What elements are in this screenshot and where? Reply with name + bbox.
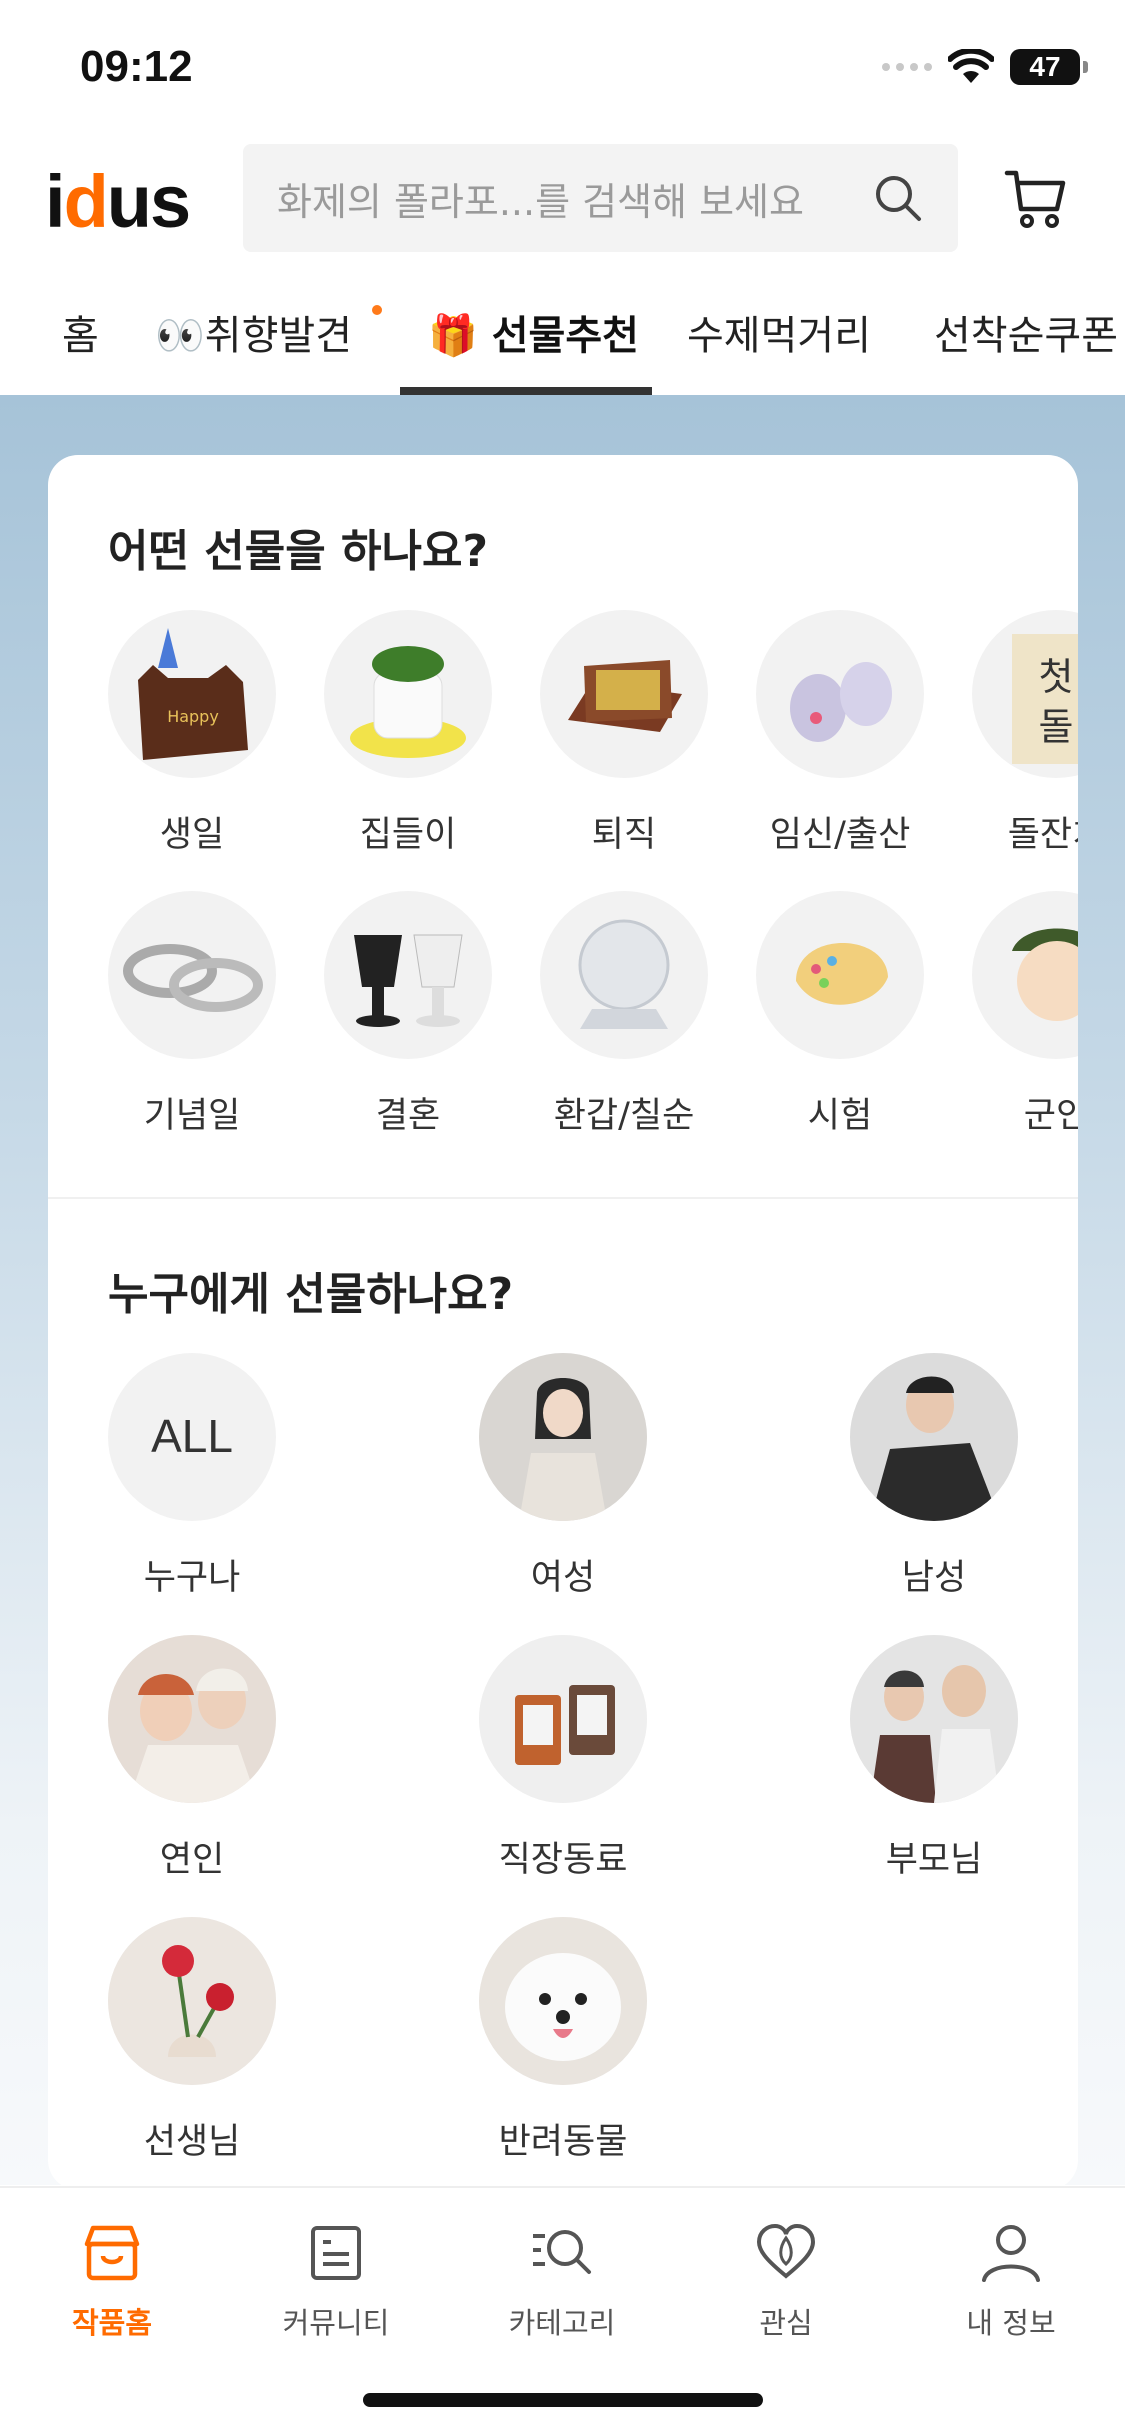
all-circle: ALL bbox=[108, 1353, 276, 1521]
battery-icon: 47 bbox=[1010, 49, 1088, 85]
recipient-item[interactable]: 선생님 bbox=[107, 1917, 277, 2164]
recipient-item[interactable]: 남성 bbox=[849, 1353, 1019, 1600]
cart-icon[interactable] bbox=[1003, 165, 1069, 231]
card-holder-photo bbox=[479, 1635, 647, 1803]
banner-image: 첫 돌 bbox=[972, 610, 1078, 778]
occasion-item[interactable]: Happy 생일 bbox=[107, 610, 277, 857]
nav-community[interactable]: 커뮤니티 bbox=[236, 2218, 436, 2342]
occasion-item[interactable]: 결혼 bbox=[323, 891, 493, 1138]
search-placeholder: 화제의 폴라포...를 검색해 보세요 bbox=[277, 179, 804, 224]
rings-image bbox=[108, 891, 276, 1059]
gift-card: 어떤 선물을 하나요? Happy 생일 집들이 퇴직 임신/출산 첫 돌 돌잔… bbox=[48, 455, 1078, 2190]
status-time: 09:12 bbox=[80, 42, 193, 91]
couple-photo bbox=[108, 1635, 276, 1803]
recipient-item[interactable]: 여성 bbox=[478, 1353, 648, 1600]
store-icon bbox=[84, 2225, 140, 2281]
soldier-image bbox=[972, 891, 1078, 1059]
occasion-item[interactable]: 시험 bbox=[755, 891, 925, 1138]
section-divider bbox=[48, 1197, 1078, 1199]
fortune-cookie-image bbox=[756, 891, 924, 1059]
nav-my-info[interactable]: 내 정보 bbox=[911, 2218, 1111, 2342]
search-input[interactable]: 화제의 폴라포...를 검색해 보세요 bbox=[243, 144, 958, 252]
cups-image bbox=[324, 891, 492, 1059]
status-indicators: 47 bbox=[882, 45, 1088, 89]
top-tabs: 홈 👀취향발견 🎁 선물추천 수제먹거리 선착순쿠폰 bbox=[0, 275, 1125, 395]
tab-homemade-food[interactable]: 수제먹거리 bbox=[687, 303, 871, 361]
home-indicator bbox=[363, 2393, 763, 2407]
user-icon bbox=[982, 2225, 1040, 2282]
category-icon bbox=[533, 2230, 591, 2274]
crystal-image bbox=[540, 891, 708, 1059]
tab-discover[interactable]: 👀취향발견 bbox=[155, 303, 352, 361]
signal-icon bbox=[882, 63, 932, 71]
woman-photo bbox=[479, 1353, 647, 1521]
tab-coupon[interactable]: 선착순쿠폰 bbox=[934, 303, 1118, 361]
wifi-icon bbox=[948, 49, 994, 83]
occasion-title: 어떤 선물을 하나요? bbox=[108, 526, 488, 577]
tab-active-indicator bbox=[400, 387, 652, 395]
carnation-photo bbox=[108, 1917, 276, 2085]
tab-home[interactable]: 홈 bbox=[62, 303, 99, 361]
baby-shoes-image bbox=[756, 610, 924, 778]
recipient-item[interactable]: 연인 bbox=[107, 1635, 277, 1882]
occasion-item[interactable]: 기념일 bbox=[107, 891, 277, 1138]
occasion-item[interactable]: 임신/출산 bbox=[755, 610, 925, 857]
new-dot bbox=[372, 305, 382, 315]
nav-category[interactable]: 카테고리 bbox=[462, 2218, 662, 2342]
occasion-item[interactable]: 첫 돌 돌잔치 bbox=[971, 610, 1078, 857]
nav-work-home[interactable]: 작품홈 bbox=[12, 2218, 212, 2342]
cake-image: Happy bbox=[108, 610, 276, 778]
heart-icon bbox=[756, 2223, 816, 2279]
recipient-item[interactable]: 직장동료 bbox=[478, 1635, 648, 1882]
header: idus 화제의 폴라포...를 검색해 보세요 bbox=[0, 135, 1125, 275]
dog-photo bbox=[479, 1917, 647, 2085]
plant-pot-image bbox=[324, 610, 492, 778]
tab-gift[interactable]: 🎁 선물추천 bbox=[428, 303, 639, 361]
occasion-item[interactable]: 군인 bbox=[971, 891, 1078, 1138]
occasion-item[interactable]: 환갑/칠순 bbox=[539, 891, 709, 1138]
parents-photo bbox=[850, 1635, 1018, 1803]
community-icon bbox=[311, 2226, 361, 2280]
plaque-image bbox=[540, 610, 708, 778]
recipient-title: 누구에게 선물하나요? bbox=[108, 1269, 514, 1320]
svg-text:돌: 돌 bbox=[1039, 705, 1074, 749]
search-icon[interactable] bbox=[872, 172, 924, 224]
recipient-item[interactable]: 부모님 bbox=[849, 1635, 1019, 1882]
occasion-item[interactable]: 퇴직 bbox=[539, 610, 709, 857]
svg-text:첫: 첫 bbox=[1039, 655, 1074, 699]
recipient-item[interactable]: ALL 누구나 bbox=[107, 1353, 277, 1600]
nav-favorites[interactable]: 관심 bbox=[686, 2218, 886, 2342]
status-bar: 09:12 47 bbox=[0, 0, 1125, 135]
svg-text:Happy: Happy bbox=[167, 707, 219, 726]
occasion-item[interactable]: 집들이 bbox=[323, 610, 493, 857]
recipient-item[interactable]: 반려동물 bbox=[478, 1917, 648, 2164]
man-photo bbox=[850, 1353, 1018, 1521]
idus-logo[interactable]: idus bbox=[45, 159, 191, 244]
